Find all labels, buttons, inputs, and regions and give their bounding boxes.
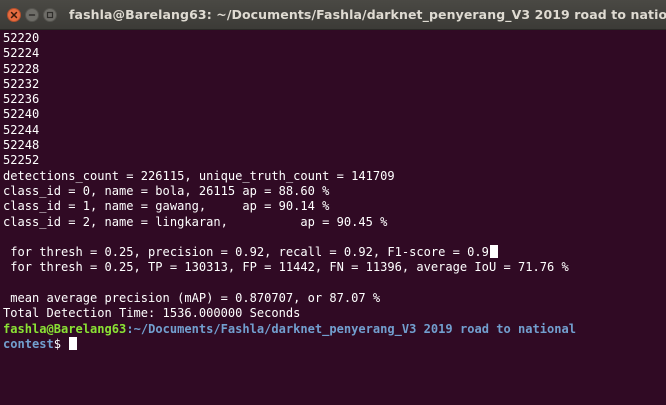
output-line: 52224 — [3, 46, 40, 61]
close-icon — [10, 11, 18, 18]
threshold-counts-line: for thresh = 0.25, TP = 130313, FP = 114… — [3, 260, 569, 275]
threshold-precision-line: for thresh = 0.25, precision = 0.92, rec… — [3, 245, 666, 260]
input-cursor — [69, 336, 78, 350]
output-line: 52240 — [3, 107, 40, 122]
output-line: 52252 — [3, 153, 40, 168]
map-line: mean average precision (mAP) = 0.870707,… — [3, 291, 381, 306]
terminal-output[interactable]: 52220 52224 52228 52232 52236 52240 5224… — [0, 30, 666, 405]
output-line: 52244 — [3, 122, 40, 137]
output-line: 52236 — [3, 92, 40, 107]
class-ap-line: class_id = 0, name = bola, 26115 ap = 88… — [3, 183, 330, 198]
title-bar[interactable]: fashla@Barelang63: ~/Documents/Fashla/da… — [0, 0, 666, 30]
output-line: 52232 — [3, 76, 40, 91]
prompt-line: fashla@Barelang63:~/Documents/Fashla/dar… — [3, 322, 666, 337]
prompt-user-host: fashla@Barelang63 — [3, 321, 127, 336]
prompt-path-continued: contest — [3, 336, 54, 351]
close-button[interactable] — [7, 7, 21, 22]
maximize-button[interactable] — [43, 7, 57, 22]
detections-summary-line: detections_count = 226115, unique_truth_… — [3, 168, 395, 183]
output-line: 52220 — [3, 31, 40, 45]
class-ap-line: class_id = 1, name = gawang, ap = 90.14 … — [3, 199, 330, 214]
maximize-icon — [46, 11, 54, 18]
output-line: 52248 — [3, 138, 40, 153]
threshold-precision-text: for thresh = 0.25, precision = 0.92, rec… — [3, 245, 489, 260]
window-title: fashla@Barelang63: ~/Documents/Fashla/da… — [69, 7, 666, 22]
prompt-line-continued[interactable]: contest$ — [3, 336, 666, 352]
class-ap-line: class_id = 2, name = lingkaran, ap = 90.… — [3, 214, 388, 229]
output-line: 52228 — [3, 61, 40, 76]
minimize-button[interactable] — [25, 7, 39, 22]
window-controls — [7, 7, 61, 22]
terminal-window: fashla@Barelang63: ~/Documents/Fashla/da… — [0, 0, 666, 405]
minimize-icon — [28, 13, 36, 16]
detection-time-line: Total Detection Time: 1536.000000 Second… — [3, 306, 301, 321]
text-cursor — [489, 245, 498, 259]
prompt-symbol: $ — [53, 336, 69, 351]
prompt-path: :~/Documents/Fashla/darknet_penyerang_V3… — [126, 321, 576, 336]
